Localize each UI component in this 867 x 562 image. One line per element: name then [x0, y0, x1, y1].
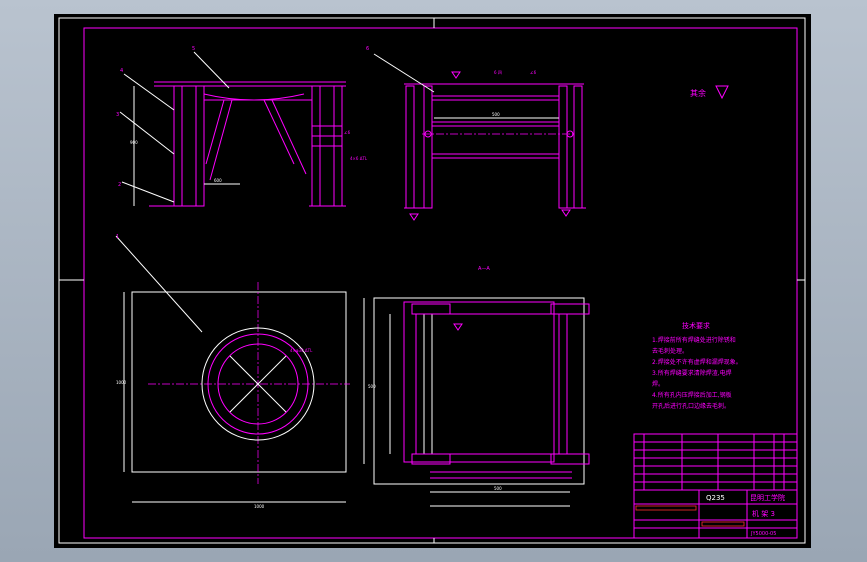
svg-text:6 四: 6 四	[494, 70, 502, 75]
callout-2: 2	[118, 182, 121, 188]
title-block: Q235 昆明工学院 机 架 3 JY5000-05	[633, 433, 798, 539]
plan-view: 1000 1000 1 4×φ30 ΔTL	[115, 234, 350, 509]
material-text: Q235	[706, 494, 725, 502]
tech-requirements: 技术要求 1.焊接前所有焊缝处进行除锈和 去毛刺处理。 2.焊接处不许有虚焊和漏…	[652, 321, 742, 410]
plan-width-dim: 1000	[254, 504, 265, 509]
section-span-dim: 500	[494, 486, 502, 491]
svg-text:4×6 ΔTL: 4×6 ΔTL	[350, 156, 368, 161]
front-view: 600 900 4 3 2 5 ∠6 4×6 ΔTL	[116, 46, 368, 207]
drawing-sheet: 600 900 4 3 2 5 ∠6 4×6 ΔTL 500 6 6 四 ∠6 …	[58, 17, 806, 544]
svg-text:∠6: ∠6	[344, 130, 351, 135]
svg-text:900: 900	[130, 140, 138, 145]
tech-line-4: 3.所有焊缝要求清除焊渣,电焊	[652, 369, 732, 377]
callout-6: 6	[366, 46, 369, 52]
tech-line-2: 去毛刺处理。	[652, 347, 688, 355]
svg-text:∠6: ∠6	[530, 70, 537, 75]
tech-line-3: 2.焊接处不许有虚焊和漏焊现象。	[652, 358, 742, 366]
callout-3: 3	[116, 112, 119, 118]
section-view: A—A 500 500	[363, 266, 590, 507]
roughness-symbol	[715, 85, 729, 100]
callout-1: 1	[116, 234, 119, 240]
svg-text:600: 600	[214, 178, 222, 183]
plan-height-dim: 1000	[116, 380, 127, 385]
svg-text:500: 500	[492, 112, 500, 117]
tech-title: 技术要求	[682, 321, 710, 330]
tech-line-6: 4.所有孔内压焊接后加工,钢板	[652, 391, 732, 399]
side-view: 500 6 6 四 ∠6	[366, 46, 586, 221]
callout-5: 5	[192, 46, 195, 52]
drawing-number: JY5000-05	[750, 531, 776, 537]
tech-line-1: 1.焊接前所有焊缝处进行除锈和	[652, 336, 736, 344]
tech-line-5: 焊。	[652, 380, 664, 388]
part-name: 机 架 3	[752, 509, 775, 518]
cad-viewport[interactable]: 600 900 4 3 2 5 ∠6 4×6 ΔTL 500 6 6 四 ∠6 …	[54, 14, 811, 548]
callout-4: 4	[120, 68, 123, 74]
rough-other-label: 其余	[690, 88, 706, 98]
svg-text:4×φ30 ΔTL: 4×φ30 ΔTL	[290, 348, 313, 353]
tech-line-7: 开孔后进行孔口边缘去毛刺。	[652, 402, 730, 410]
svg-text:500: 500	[368, 384, 376, 389]
section-label: A—A	[478, 266, 490, 272]
school-name: 昆明工学院	[750, 493, 785, 502]
